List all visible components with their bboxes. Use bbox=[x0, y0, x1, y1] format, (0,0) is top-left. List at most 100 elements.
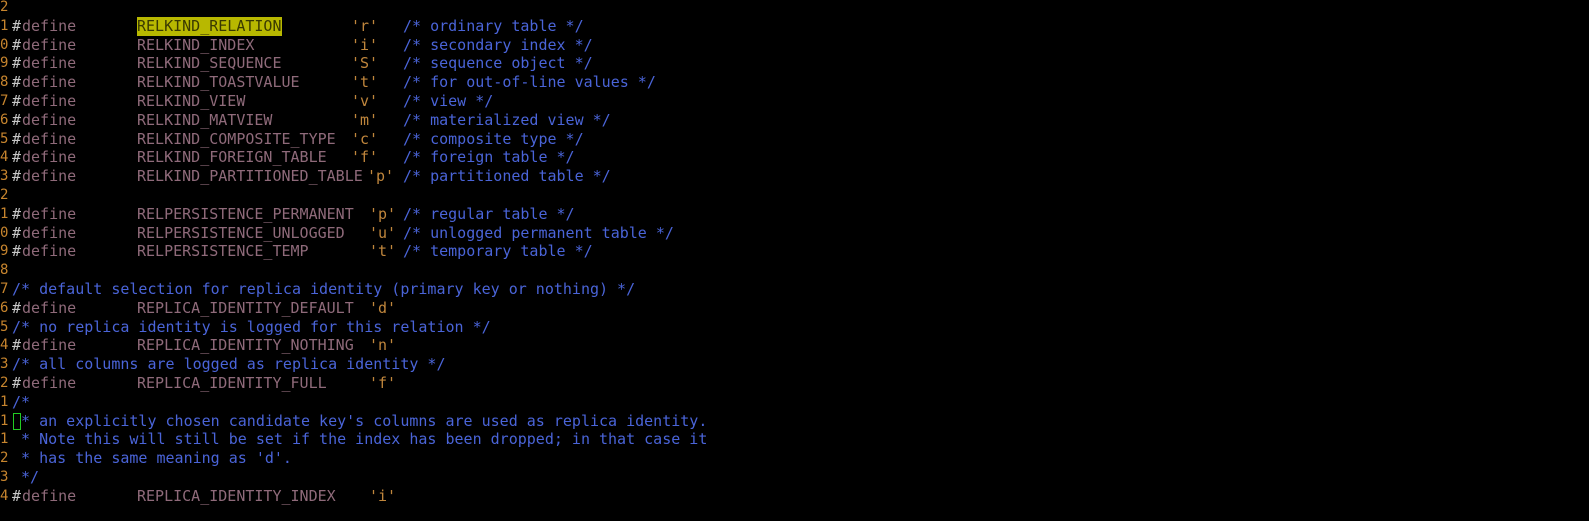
line-number: 8 bbox=[0, 262, 8, 279]
code-line[interactable]: 1/* bbox=[0, 393, 1589, 412]
preprocessor-hash: # bbox=[12, 73, 22, 92]
code-line[interactable]: 2 bbox=[0, 186, 1589, 205]
preprocessor-hash: # bbox=[12, 148, 22, 167]
code-line[interactable]: 7 # define RELKIND_VIEW 'v' /* view */ bbox=[0, 92, 1589, 111]
line-number: 1 bbox=[0, 205, 8, 222]
preprocessor-hash: # bbox=[12, 92, 22, 110]
block-comment: * Note this will still be set if the ind… bbox=[12, 430, 708, 449]
code-line[interactable]: 1 * an explicitly chosen candidate key's… bbox=[0, 412, 1589, 431]
code-line[interactable]: 1 # define RELPERSISTENCE_PERMANENT 'p' /* re… bbox=[0, 205, 1589, 224]
macro-name: RELPERSISTENCE_PERMANENT bbox=[137, 204, 354, 223]
code-line[interactable]: 1 * Note this will still be set if the i… bbox=[0, 430, 1589, 449]
macro-name: RELKIND_MATVIEW bbox=[137, 110, 273, 129]
search-highlight-macro: RELKIND_RELATION bbox=[137, 16, 282, 36]
inline-comment: /* view */ bbox=[403, 92, 494, 110]
code-line[interactable]: 5/* no replica identity is logged for th… bbox=[0, 318, 1589, 337]
code-line[interactable]: 1 # define RELKIND_RELATION 'r' /* ordinary t… bbox=[0, 16, 1589, 36]
line-number: 5 bbox=[0, 318, 8, 335]
preprocessor-hash: # bbox=[12, 167, 22, 186]
define-keyword: define bbox=[22, 374, 77, 392]
preprocessor-hash: # bbox=[12, 374, 22, 392]
char-literal: 'r' bbox=[351, 16, 379, 35]
char-literal: 'S' bbox=[351, 54, 379, 73]
code-line[interactable]: 4 # define REPLICA_IDENTITY_INDEX 'i' bbox=[0, 487, 1589, 506]
code-line[interactable]: 8 bbox=[0, 261, 1589, 280]
inline-comment: /* secondary index */ bbox=[403, 35, 593, 54]
define-keyword: define bbox=[22, 73, 77, 92]
line-number: 1 bbox=[0, 17, 8, 34]
inline-comment: /* partitioned table */ bbox=[403, 167, 611, 186]
line-number: 7 bbox=[0, 281, 8, 297]
code-line[interactable]: 2 * has the same meaning as 'd'. bbox=[0, 449, 1589, 468]
line-number: 3 bbox=[0, 469, 8, 485]
code-line[interactable]: 4 # define RELKIND_FOREIGN_TABLE 'f' /* forei… bbox=[0, 148, 1589, 167]
line-number: 9 bbox=[0, 243, 8, 260]
preprocessor-hash: # bbox=[12, 16, 22, 35]
line-number: 2 bbox=[0, 375, 8, 391]
block-comment: /* default selection for replica identit… bbox=[12, 280, 636, 298]
code-line[interactable]: 5 # define RELKIND_COMPOSITE_TYPE 'c' /* comp… bbox=[0, 130, 1589, 149]
line-number: 1 bbox=[0, 393, 8, 410]
char-literal: 'p' bbox=[367, 167, 395, 186]
char-literal: 'd' bbox=[369, 298, 397, 317]
code-line[interactable]: 3/* all columns are logged as replica id… bbox=[0, 355, 1589, 374]
inline-comment: /* for out-of-line values */ bbox=[403, 73, 656, 92]
code-editor[interactable]: 2 1 # define RELKIND_RELATION'r'/* ordinary … bbox=[0, 0, 1589, 521]
preprocessor-hash: # bbox=[12, 110, 22, 129]
define-keyword: define bbox=[22, 54, 77, 73]
macro-name: REPLICA_IDENTITY_INDEX bbox=[137, 486, 336, 505]
inline-comment: /* foreign table */ bbox=[403, 148, 575, 167]
define-keyword: define bbox=[22, 129, 77, 148]
block-comment: */ bbox=[12, 468, 40, 486]
char-literal: 'f' bbox=[351, 148, 379, 167]
code-line[interactable]: 8 # define RELKIND_TOASTVALUE 't' /* for out-… bbox=[0, 73, 1589, 92]
macro-name: RELKIND_SEQUENCE bbox=[137, 54, 282, 73]
char-literal: 'm' bbox=[351, 110, 379, 129]
macro-name: RELKIND_COMPOSITE_TYPE bbox=[137, 129, 336, 148]
line-number: 3 bbox=[0, 168, 8, 185]
define-keyword: define bbox=[22, 242, 77, 261]
line-number: 4 bbox=[0, 149, 8, 166]
code-line[interactable]: 0 # define RELPERSISTENCE_UNLOGGED 'u' /* unl… bbox=[0, 224, 1589, 243]
preprocessor-hash: # bbox=[12, 129, 22, 148]
line-number: 4 bbox=[0, 487, 8, 504]
line-number: 1 bbox=[0, 412, 8, 429]
define-keyword: define bbox=[22, 486, 77, 505]
line-number: 3 bbox=[0, 356, 8, 373]
code-line[interactable]: 3 # define RELKIND_PARTITIONED_TABLE'p' /* p… bbox=[0, 167, 1589, 186]
code-line[interactable]: 2 bbox=[0, 0, 1589, 17]
code-line[interactable]: 2 # define REPLICA_IDENTITY_FULL 'f' bbox=[0, 374, 1589, 393]
code-line[interactable]: 9 # define RELPERSISTENCE_TEMP 't' /* tempora… bbox=[0, 242, 1589, 261]
preprocessor-hash: # bbox=[12, 242, 22, 261]
char-literal: 'u' bbox=[369, 223, 397, 242]
define-keyword: define bbox=[22, 35, 77, 54]
line-number: 1 bbox=[0, 431, 8, 448]
line-number: 7 bbox=[0, 93, 8, 109]
preprocessor-hash: # bbox=[12, 298, 22, 317]
line-number: 9 bbox=[0, 55, 8, 72]
block-comment: * has the same meaning as 'd'. bbox=[12, 449, 292, 468]
define-keyword: define bbox=[22, 16, 77, 35]
code-line[interactable]: 7/* default selection for replica identi… bbox=[0, 280, 1589, 299]
preprocessor-hash: # bbox=[12, 223, 22, 242]
code-line[interactable]: 6 # define REPLICA_IDENTITY_DEFAULT 'd' bbox=[0, 299, 1589, 318]
char-literal: 't' bbox=[369, 242, 397, 261]
code-line[interactable]: 6 # define RELKIND_MATVIEW 'm' /* materialize… bbox=[0, 111, 1589, 130]
preprocessor-hash: # bbox=[12, 486, 22, 505]
macro-name: RELPERSISTENCE_TEMP bbox=[137, 242, 309, 261]
line-number: 2 bbox=[0, 0, 8, 15]
code-line[interactable]: 0 # define RELKIND_INDEX 'i' /* secondary ind… bbox=[0, 36, 1589, 55]
code-line[interactable]: 9 # define RELKIND_SEQUENCE 'S' /* sequence o… bbox=[0, 54, 1589, 73]
macro-name: RELKIND_VIEW bbox=[137, 92, 246, 110]
char-literal: 'i' bbox=[369, 486, 397, 505]
line-number: 6 bbox=[0, 299, 8, 316]
inline-comment: /* materialized view */ bbox=[403, 110, 611, 129]
macro-name: REPLICA_IDENTITY_DEFAULT bbox=[137, 298, 354, 317]
code-line[interactable]: 3 */ bbox=[0, 468, 1589, 487]
inline-comment: /* regular table */ bbox=[403, 204, 575, 223]
macro-name: REPLICA_IDENTITY_NOTHING bbox=[137, 336, 354, 355]
code-line[interactable]: 4 # define REPLICA_IDENTITY_NOTHING 'n' bbox=[0, 336, 1589, 355]
char-literal: 't' bbox=[351, 73, 379, 92]
inline-comment: /* unlogged permanent table */ bbox=[403, 223, 674, 242]
macro-name: RELKIND_TOASTVALUE bbox=[137, 73, 300, 92]
